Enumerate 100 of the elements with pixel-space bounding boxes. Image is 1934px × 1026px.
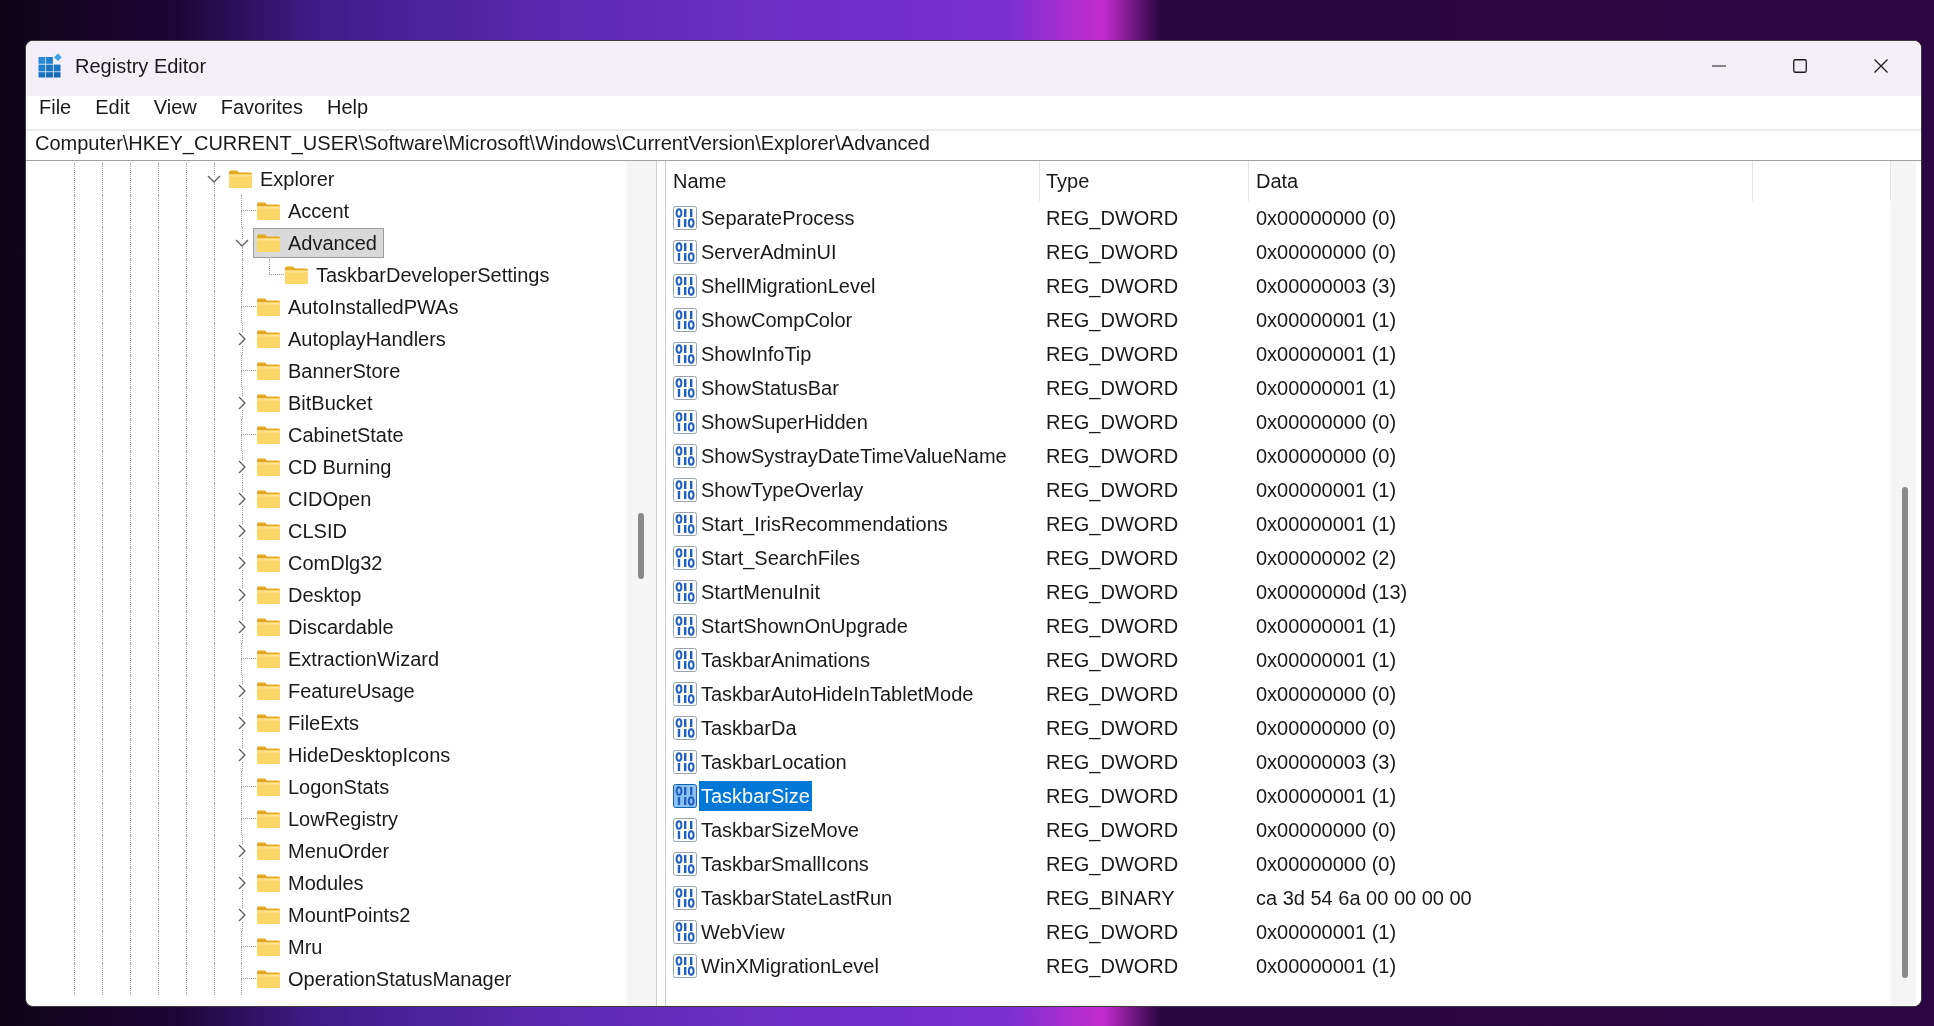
column-header[interactable]: Data — [1249, 161, 1753, 201]
value-type: REG_DWORD — [1046, 547, 1179, 569]
tree-item[interactable]: AutoplayHandlers — [253, 324, 453, 354]
value-name[interactable]: ShowInfoTip — [699, 339, 814, 369]
chevron-right-icon[interactable] — [238, 908, 246, 922]
folder-icon — [256, 361, 281, 381]
chevron-right-icon[interactable] — [238, 684, 246, 698]
tree-item[interactable]: MountPoints2 — [253, 900, 418, 930]
value-name[interactable]: TaskbarSizeMove — [699, 815, 861, 845]
value-type: REG_DWORD — [1046, 445, 1179, 467]
value-data: 0x00000001 (1) — [1256, 649, 1397, 671]
value-name[interactable]: SeparateProcess — [699, 203, 857, 233]
value-name[interactable]: TaskbarAutoHideInTabletMode — [699, 679, 976, 709]
binary-value-icon — [672, 205, 698, 231]
tree-item[interactable]: FeatureUsage — [253, 676, 422, 706]
tree-item[interactable]: MenuOrder — [253, 836, 397, 866]
tree-item[interactable]: ExtractionWizard — [253, 644, 447, 674]
value-name[interactable]: StartShownOnUpgrade — [699, 611, 910, 641]
folder-icon — [256, 777, 281, 797]
value-name[interactable]: ShowCompColor — [699, 305, 855, 335]
value-data: 0x00000000 (0) — [1256, 853, 1397, 875]
chevron-right-icon[interactable] — [238, 620, 246, 634]
scrollbar-thumb[interactable] — [1902, 487, 1908, 978]
value-data: 0x00000001 (1) — [1256, 955, 1397, 977]
tree-item[interactable]: Modules — [253, 868, 371, 898]
tree-item[interactable]: Accent — [253, 196, 357, 226]
menu-item[interactable]: Help — [314, 96, 381, 119]
chevron-right-icon[interactable] — [238, 876, 246, 890]
value-data: 0x00000001 (1) — [1256, 615, 1397, 637]
value-name[interactable]: Start_IrisRecommendations — [699, 509, 950, 539]
value-name[interactable]: TaskbarLocation — [699, 747, 849, 777]
chevron-right-icon[interactable] — [238, 524, 246, 538]
tree-item[interactable]: Discardable — [253, 612, 401, 642]
tree-item[interactable]: Mru — [253, 932, 330, 962]
scrollbar[interactable] — [1891, 161, 1916, 1006]
tree-item[interactable]: CD Burning — [253, 452, 399, 482]
menu-item[interactable]: Favorites — [208, 96, 315, 119]
value-type: REG_DWORD — [1046, 207, 1179, 229]
value-name[interactable]: TaskbarAnimations — [699, 645, 872, 675]
scrollbar-thumb[interactable] — [638, 513, 644, 579]
tree-item[interactable]: LogonStats — [253, 772, 397, 802]
value-name[interactable]: ShowSuperHidden — [699, 407, 870, 437]
tree-item[interactable]: OperationStatusManager — [253, 964, 519, 994]
chevron-right-icon[interactable] — [238, 556, 246, 570]
tree-item[interactable]: CabinetState — [253, 420, 411, 450]
menu-item[interactable]: View — [141, 96, 209, 119]
value-name[interactable]: TaskbarSize — [699, 781, 812, 811]
binary-value-icon — [672, 511, 698, 537]
value-name[interactable]: ShellMigrationLevel — [699, 271, 878, 301]
column-header[interactable]: Type — [1040, 161, 1249, 201]
chevron-right-icon[interactable] — [238, 716, 246, 730]
value-name[interactable]: WebView — [699, 917, 787, 947]
tree-item[interactable]: AutoInstalledPWAs — [253, 292, 466, 322]
tree-item[interactable]: BannerStore — [253, 356, 408, 386]
value-name[interactable]: TaskbarStateLastRun — [699, 883, 895, 913]
tree-item[interactable]: BitBucket — [253, 388, 380, 418]
chevron-right-icon[interactable] — [238, 492, 246, 506]
value-data: 0x00000001 (1) — [1256, 921, 1397, 943]
value-name[interactable]: WinXMigrationLevel — [699, 951, 881, 981]
tree-item[interactable]: CIDOpen — [253, 484, 379, 514]
tree-item[interactable]: ComDlg32 — [253, 548, 390, 578]
binary-value-icon — [672, 749, 698, 775]
menu-item[interactable]: File — [27, 96, 84, 119]
value-name[interactable]: TaskbarSmallIcons — [699, 849, 871, 879]
value-name[interactable]: TaskbarDa — [699, 713, 799, 743]
tree-item[interactable]: TaskbarDeveloperSettings — [281, 260, 557, 290]
chevron-right-icon[interactable] — [238, 396, 246, 410]
chevron-right-icon[interactable] — [238, 460, 246, 474]
tree-item[interactable]: Advanced — [253, 228, 384, 258]
tree-item[interactable]: FileExts — [253, 708, 367, 738]
folder-icon — [256, 937, 281, 957]
value-data: 0x00000000 (0) — [1256, 445, 1397, 467]
chevron-right-icon[interactable] — [238, 748, 246, 762]
value-name[interactable]: ServerAdminUI — [699, 237, 839, 267]
scrollbar[interactable] — [627, 161, 656, 1006]
tree-item[interactable]: HideDesktopIcons — [253, 740, 458, 770]
value-name[interactable]: Start_SearchFiles — [699, 543, 862, 573]
value-data: ca 3d 54 6a 00 00 00 00 — [1256, 887, 1472, 909]
folder-icon — [256, 329, 281, 349]
menu-item[interactable]: Edit — [83, 96, 142, 119]
chevron-right-icon[interactable] — [238, 588, 246, 602]
value-name[interactable]: StartMenuInit — [699, 577, 822, 607]
chevron-right-icon[interactable] — [238, 844, 246, 858]
folder-icon — [256, 489, 281, 509]
tree-item[interactable]: CLSID — [253, 516, 354, 546]
chevron-down-icon[interactable] — [235, 239, 249, 247]
column-header[interactable]: Name — [666, 161, 1040, 201]
value-type: REG_DWORD — [1046, 683, 1179, 705]
value-name[interactable]: ShowStatusBar — [699, 373, 841, 403]
value-type: REG_DWORD — [1046, 275, 1179, 297]
chevron-right-icon[interactable] — [238, 332, 246, 346]
tree-item[interactable]: Explorer — [225, 164, 342, 194]
value-name[interactable]: ShowTypeOverlay — [699, 475, 866, 505]
minimize-icon — [1711, 64, 1726, 67]
tree-item[interactable]: Desktop — [253, 580, 369, 610]
address-field[interactable]: Computer\HKEY_CURRENT_USER\Software\Microsoft\Windows\CurrentVersion\Explorer\Advanced — [26, 131, 1921, 160]
chevron-down-icon[interactable] — [207, 175, 221, 183]
value-type: REG_DWORD — [1046, 513, 1179, 535]
value-name[interactable]: ShowSystrayDateTimeValueName — [699, 441, 1009, 471]
tree-item[interactable]: LowRegistry — [253, 804, 406, 834]
